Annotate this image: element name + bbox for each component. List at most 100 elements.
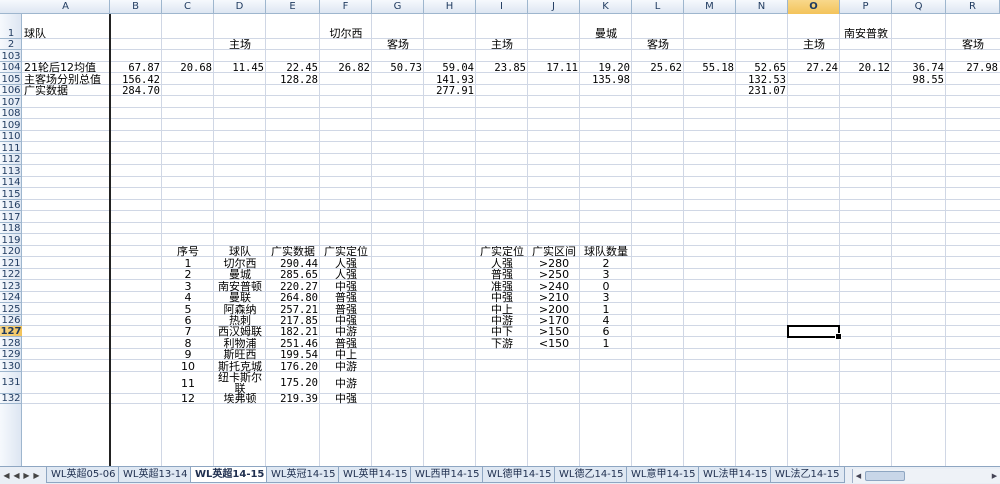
table1-cell[interactable]: 中强: [320, 393, 372, 404]
row-header-109[interactable]: 109: [0, 120, 22, 131]
prev-sheet-icon[interactable]: ◀: [12, 470, 21, 482]
table1-cell[interactable]: 7: [162, 326, 214, 337]
table2-cell[interactable]: 1: [580, 338, 632, 349]
sheet-tab[interactable]: WL英甲14-15: [338, 467, 413, 483]
table1-cell[interactable]: 中游: [320, 372, 372, 394]
table1-cell[interactable]: 纽卡斯尔联: [214, 372, 266, 394]
sheet-tab[interactable]: WL法乙14-15: [770, 467, 845, 483]
sheet-tab[interactable]: WL德甲14-15: [482, 467, 557, 483]
column-header-m[interactable]: M: [684, 0, 736, 14]
row-header-110[interactable]: 110: [0, 131, 22, 142]
table1-cell[interactable]: 12: [162, 393, 214, 404]
value-cell[interactable]: 26.82: [320, 62, 372, 73]
sheet-tab[interactable]: WL英超13-14: [118, 467, 193, 483]
table1-cell[interactable]: 热刺: [214, 315, 266, 326]
value-cell[interactable]: 98.55: [892, 74, 946, 85]
table1-cell[interactable]: 264.80: [266, 292, 320, 303]
value-cell[interactable]: 25.62: [632, 62, 684, 73]
table1-cell[interactable]: 普强: [320, 338, 372, 349]
row-header-113[interactable]: 113: [0, 166, 22, 177]
sheet-tab[interactable]: WL德乙14-15: [554, 467, 629, 483]
row-header-106[interactable]: 106: [0, 85, 22, 96]
team-header[interactable]: 切尔西: [320, 28, 372, 39]
sheet-tab[interactable]: WL英冠14-15: [266, 467, 341, 483]
row-header-118[interactable]: 118: [0, 223, 22, 234]
row-header-bar[interactable]: 1 2 103 104 105 106 107 108 109 110 111 112 113 114 11…: [0, 14, 22, 466]
value-cell[interactable]: 20.12: [840, 62, 892, 73]
value-cell[interactable]: 36.74: [892, 62, 946, 73]
row-header-114[interactable]: 114: [0, 177, 22, 188]
value-cell[interactable]: 50.73: [372, 62, 424, 73]
home-label[interactable]: 主场: [788, 39, 840, 50]
away-label[interactable]: 客场: [946, 39, 1000, 50]
column-header-o[interactable]: O: [788, 0, 840, 14]
value-cell[interactable]: 284.70: [110, 85, 162, 96]
table1-cell[interactable]: 西汉姆联: [214, 326, 266, 337]
scroll-thumb[interactable]: [865, 471, 905, 481]
table1-cell[interactable]: 南安普顿: [214, 281, 266, 292]
table2-cell[interactable]: >250: [528, 269, 580, 280]
column-header-b[interactable]: B: [110, 0, 162, 14]
first-sheet-icon[interactable]: ◀: [2, 470, 11, 482]
home-label[interactable]: 主场: [476, 39, 528, 50]
table2-cell[interactable]: >240: [528, 281, 580, 292]
table1-cell[interactable]: 217.85: [266, 315, 320, 326]
table2-cell[interactable]: 4: [580, 315, 632, 326]
table1-cell[interactable]: 斯旺西: [214, 349, 266, 360]
table2-cell[interactable]: <150: [528, 338, 580, 349]
table1-cell[interactable]: 220.27: [266, 281, 320, 292]
table1-cell[interactable]: 普强: [320, 292, 372, 303]
row-header-1[interactable]: 1: [0, 28, 22, 39]
value-cell[interactable]: 20.68: [162, 62, 214, 73]
value-cell[interactable]: 132.53: [736, 74, 788, 85]
table1-cell[interactable]: 曼联: [214, 292, 266, 303]
column-header-d[interactable]: D: [214, 0, 266, 14]
value-cell[interactable]: 17.11: [528, 62, 580, 73]
column-header-i[interactable]: I: [476, 0, 528, 14]
row-label[interactable]: 广实数据: [22, 85, 110, 96]
value-cell[interactable]: 141.93: [424, 74, 476, 85]
spreadsheet-grid[interactable]: 球队 切尔西 曼城 南安普敦 主场 主场 主场 客场 客场 客场 21轮后12均值 67.87 20.6…: [0, 0, 1000, 466]
table1-cell[interactable]: 利物浦: [214, 338, 266, 349]
row-header-2[interactable]: 2: [0, 39, 22, 50]
value-cell[interactable]: 231.07: [736, 85, 788, 96]
table1-cell[interactable]: 5: [162, 304, 214, 315]
table2-header[interactable]: 广实区间: [528, 246, 580, 257]
table1-cell[interactable]: 3: [162, 281, 214, 292]
table1-cell[interactable]: 斯托克城: [214, 361, 266, 372]
table1-cell[interactable]: 阿森纳: [214, 304, 266, 315]
horizontal-scrollbar[interactable]: ◀ ▶: [852, 469, 1000, 483]
column-header-p[interactable]: P: [840, 0, 892, 14]
table2-cell[interactable]: 0: [580, 281, 632, 292]
row-header-125[interactable]: 125: [0, 304, 22, 315]
table1-cell[interactable]: 175.20: [266, 372, 320, 394]
home-label[interactable]: 主场: [214, 39, 266, 50]
row-header-108[interactable]: 108: [0, 108, 22, 119]
row-header-105[interactable]: 105: [0, 74, 22, 85]
column-header-bar[interactable]: ABCDEFGHIJKLMNOPQR: [0, 0, 1000, 14]
row-header-112[interactable]: 112: [0, 154, 22, 165]
row-header-129[interactable]: 129: [0, 349, 22, 360]
row-header-124[interactable]: 124: [0, 292, 22, 303]
table2-cell[interactable]: 3: [580, 292, 632, 303]
table2-header[interactable]: 广实定位: [476, 246, 528, 257]
table1-header[interactable]: 序号: [162, 246, 214, 257]
table2-cell[interactable]: 中下: [476, 326, 528, 337]
sheet-tab[interactable]: WL法甲14-15: [698, 467, 773, 483]
table2-cell[interactable]: 1: [580, 304, 632, 315]
table2-cell[interactable]: >280: [528, 258, 580, 269]
row-header-120[interactable]: 120: [0, 246, 22, 257]
value-cell[interactable]: 67.87: [110, 62, 162, 73]
table2-cell[interactable]: 人强: [476, 258, 528, 269]
table2-cell[interactable]: 6: [580, 326, 632, 337]
table1-header[interactable]: 广实定位: [320, 246, 372, 257]
row-header-103[interactable]: 103: [0, 51, 22, 62]
table2-cell[interactable]: >170: [528, 315, 580, 326]
column-header-j[interactable]: J: [528, 0, 580, 14]
column-header-e[interactable]: E: [266, 0, 320, 14]
column-header-g[interactable]: G: [372, 0, 424, 14]
value-cell[interactable]: 11.45: [214, 62, 266, 73]
sheet-tab[interactable]: WL西甲14-15: [410, 467, 485, 483]
active-cell-O127[interactable]: [787, 325, 842, 340]
table2-cell[interactable]: 普强: [476, 269, 528, 280]
